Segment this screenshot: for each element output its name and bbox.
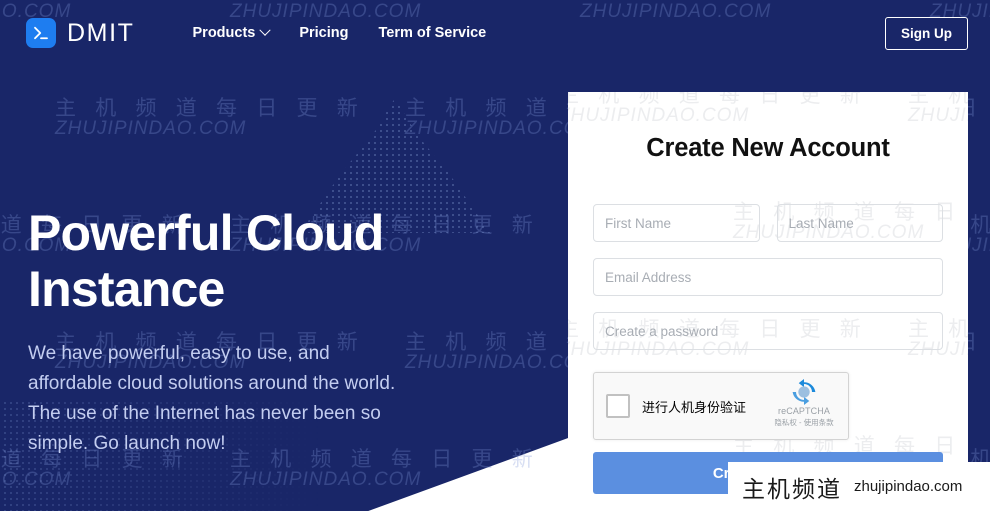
last-name-wrap bbox=[776, 204, 943, 242]
email-wrap bbox=[593, 258, 943, 296]
recaptcha-terms[interactable]: 隐私权 - 使用条款 bbox=[768, 417, 840, 428]
card-title: Create New Account bbox=[646, 134, 890, 162]
recaptcha-label: 进行人机身份验证 bbox=[642, 399, 747, 415]
navbar: DMIT Products Pricing Term of Service Si… bbox=[0, 0, 990, 66]
nav-item-products[interactable]: Products bbox=[192, 24, 272, 41]
terminal-prompt-icon bbox=[26, 18, 56, 48]
recaptcha-checkbox[interactable] bbox=[606, 394, 630, 418]
watermark-badge: 主机频道 zhujipindao.com bbox=[728, 462, 990, 511]
password-wrap bbox=[593, 312, 943, 350]
password-input[interactable] bbox=[593, 312, 943, 350]
nav-item-tos-label: Term of Service bbox=[378, 25, 487, 41]
nav-item-pricing[interactable]: Pricing bbox=[299, 25, 348, 41]
first-name-input[interactable] bbox=[593, 204, 760, 242]
nav-links: Products Pricing Term of Service bbox=[192, 24, 487, 41]
first-name-wrap bbox=[593, 204, 760, 242]
terminal-glyph bbox=[34, 26, 48, 40]
brand-name: DMIT bbox=[67, 18, 135, 47]
page-root: 主 机 频 道 每 日 更 新ZHUJIPINDAO.COM主 机 频 道 每 … bbox=[0, 0, 990, 511]
signup-button[interactable]: Sign Up bbox=[885, 16, 968, 50]
hero-title-line1: Powerful Cloud bbox=[28, 205, 384, 261]
watermark-badge-domain: zhujipindao.com bbox=[854, 478, 963, 495]
hero-title: Powerful Cloud Instance bbox=[28, 205, 458, 317]
brand-logo[interactable]: DMIT bbox=[26, 18, 135, 48]
nav-item-term-of-service[interactable]: Term of Service bbox=[379, 25, 487, 41]
recaptcha-icon bbox=[792, 379, 816, 405]
last-name-input[interactable] bbox=[776, 204, 943, 242]
hero-section: Powerful Cloud Instance We have powerful… bbox=[28, 205, 458, 459]
chevron-down-icon bbox=[259, 24, 272, 36]
recaptcha-branding: reCAPTCHA 隐私权 - 使用条款 bbox=[768, 379, 840, 428]
signup-card: 主 机 频 道 每 日 更 新ZHUJIPINDAO.COM主 机 频 道 每 … bbox=[568, 92, 968, 511]
watermark-badge-cn: 主机频道 bbox=[742, 476, 842, 502]
hero-title-line2: Instance bbox=[28, 261, 225, 317]
nav-item-pricing-label: Pricing bbox=[299, 25, 349, 41]
hero-subtitle: We have powerful, easy to use, and affor… bbox=[28, 343, 396, 455]
recaptcha-widget[interactable]: 进行人机身份验证 reCAPTCHA 隐私权 - 使用条款 bbox=[593, 372, 849, 440]
nav-item-products-label: Products bbox=[192, 25, 256, 41]
name-row bbox=[593, 204, 943, 242]
recaptcha-brand-name: reCAPTCHA bbox=[778, 406, 830, 416]
email-input[interactable] bbox=[593, 258, 943, 296]
